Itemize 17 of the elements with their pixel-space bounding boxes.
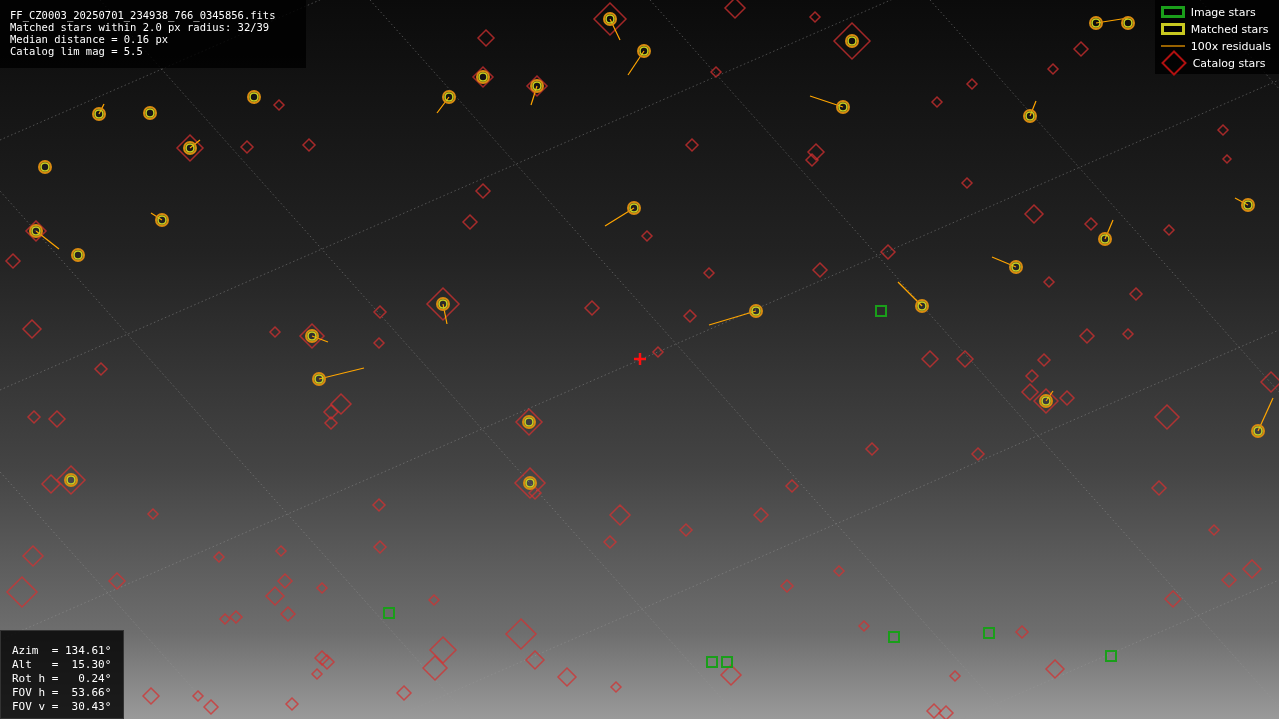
info-text: Median distance = 0.16 px [10, 33, 170, 45]
pointing-text: Rot h = 0.24° [12, 672, 112, 686]
legend-label: Catalog stars [1192, 56, 1266, 70]
info-text: Matched stars within 2.0 px radius: 32/39 [10, 21, 270, 33]
info-text: Catalog lim mag = 5.5 [10, 45, 144, 57]
info-text: FF_CZ0003_20250701_234938_766_0345856.fits [10, 9, 277, 21]
pointing-text: FOV h = 53.66° [12, 686, 112, 700]
matched-star-rectangle-icon [1160, 23, 1185, 35]
legend-label: 100x residuals [1190, 39, 1271, 53]
residual-line-icon [1160, 45, 1185, 47]
diamond-icon [1160, 50, 1187, 76]
pointing-text: FOV v = 30.43° [12, 700, 112, 714]
image-star-rectangle-icon [1160, 6, 1185, 18]
legend-label: Matched stars [1190, 22, 1269, 36]
legend-label: Image stars [1190, 5, 1256, 19]
pointing-text: Azim = 134.61° [12, 644, 112, 658]
pointing-text: Alt = 15.30° [12, 658, 112, 672]
